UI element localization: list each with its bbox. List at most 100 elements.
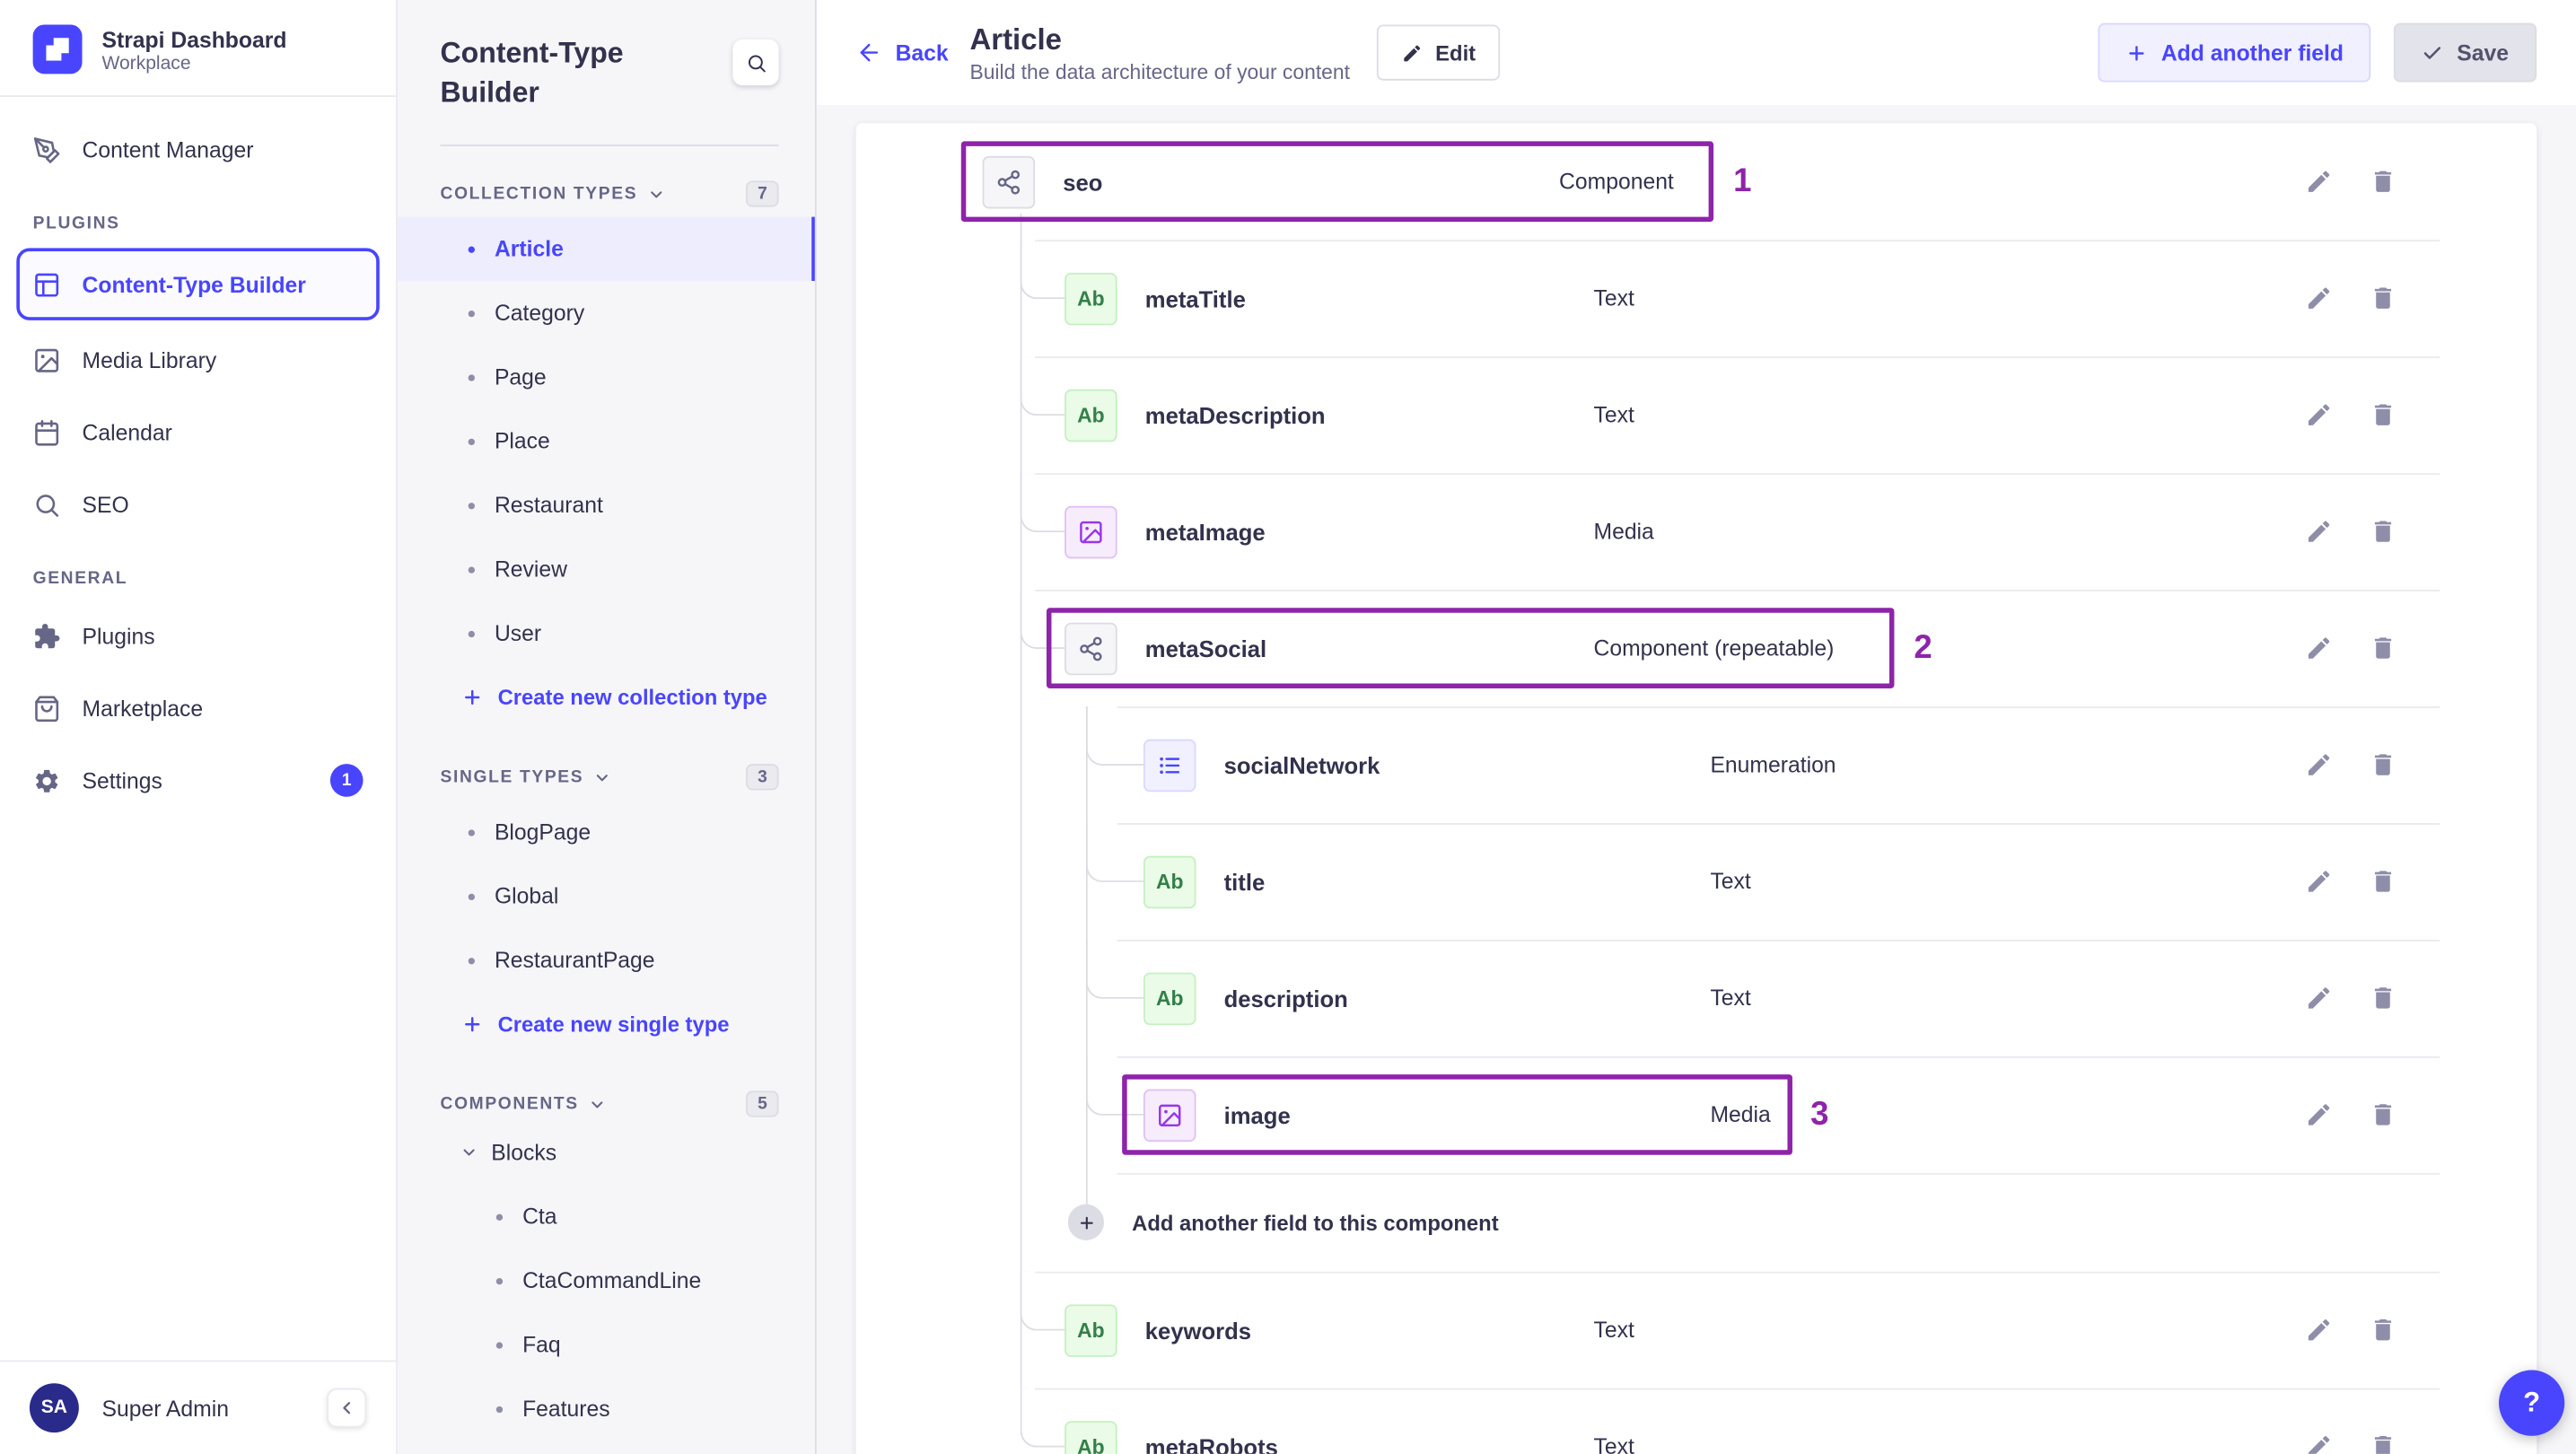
edit-button[interactable]: Edit [1376,24,1501,81]
pencil-icon [2304,167,2332,195]
edit-field-button[interactable] [2303,750,2333,780]
back-link[interactable]: Back [856,39,949,66]
sidebar-item-label: Content Manager [82,136,254,162]
media-field-icon [1143,1088,1196,1142]
edit-field-button[interactable] [2303,1315,2333,1345]
avatar[interactable]: SA [29,1383,79,1433]
sidebar-item-blogpage[interactable]: BlogPage [398,800,815,863]
collection-type-label: Review [494,556,567,582]
content-type-builder-subnav: Content-Type Builder COLLECTION TYPES 7 … [397,0,817,1454]
component-item-ctacommandline[interactable]: CtaCommandLine [398,1248,815,1312]
sidebar-item-settings[interactable]: Settings 1 [16,748,380,813]
brand[interactable]: Strapi Dashboard Workplace [0,0,397,97]
row-actions [2303,706,2396,823]
pencil-icon [2304,867,2332,895]
edit-field-button[interactable] [2303,1099,2333,1129]
edit-field-button[interactable] [2303,284,2333,313]
tree-elbow [1020,356,1065,416]
collapse-sidebar-button[interactable] [327,1388,367,1428]
collection-type-label: Article [494,236,564,262]
sidebar-item-article[interactable]: Article [397,216,815,281]
component-item-features[interactable]: Features [398,1377,815,1441]
sidebar-item-review[interactable]: Review [398,538,815,601]
trash-icon [2369,167,2396,195]
sidebar-item-category[interactable]: Category [398,281,815,345]
add-field-to-component-label[interactable]: Add another field to this component [1132,1210,1498,1234]
annotation-number-3: 3 [1810,1095,1829,1133]
delete-field-button[interactable] [2368,983,2397,1012]
delete-field-button[interactable] [2368,750,2397,780]
back-label: Back [895,39,949,66]
pencil-icon [2304,1099,2332,1127]
plugins-section-heading: PLUGINS [32,213,120,233]
component-item-label: Faq [522,1332,561,1357]
collection-types-header[interactable]: COLLECTION TYPES 7 [441,180,779,207]
trash-icon [2369,1432,2396,1454]
tree-elbow [1020,590,1065,650]
collection-type-label: Restaurant [494,493,603,518]
header-actions: Add another field Save [2098,22,2537,83]
sidebar-item-place[interactable]: Place [398,409,815,473]
delete-field-button[interactable] [2368,867,2397,897]
delete-field-button[interactable] [2368,634,2397,663]
add-field-to-component-button[interactable] [1067,1204,1105,1240]
edit-field-button[interactable] [2303,983,2333,1012]
edit-field-button[interactable] [2303,867,2333,897]
collection-types-count: 7 [746,180,779,207]
trash-icon [2369,983,2396,1011]
edit-field-button[interactable] [2303,400,2333,430]
single-types-label: SINGLE TYPES [440,766,584,787]
sidebar-item-media-library[interactable]: Media Library [16,327,380,392]
create-single-type-link[interactable]: Create new single type [441,993,779,1056]
single-types-list: BlogPage Global RestaurantPage [441,800,779,992]
delete-field-button[interactable] [2368,517,2397,547]
field-type: Text [1593,402,1634,427]
sidebar-item-user[interactable]: User [398,601,815,665]
component-group-blocks[interactable]: Blocks [441,1120,779,1184]
help-button[interactable]: ? [2499,1370,2565,1436]
fields-card: seo Component 1 Ab metaTitle Text Ab met… [855,123,2537,1454]
edit-field-button[interactable] [2303,1432,2333,1454]
sidebar-item-page[interactable]: Page [398,345,815,408]
single-type-label: BlogPage [494,819,591,845]
pencil-icon [2304,634,2332,661]
delete-field-button[interactable] [2368,1432,2397,1454]
bullet-icon [468,828,475,836]
component-item-cta[interactable]: Cta [398,1185,815,1248]
sidebar-item-calendar[interactable]: Calendar [16,399,380,465]
sidebar-item-restaurant[interactable]: Restaurant [398,473,815,537]
delete-field-button[interactable] [2368,167,2397,197]
create-collection-type-link[interactable]: Create new collection type [441,665,779,729]
sidebar-item-restaurantpage[interactable]: RestaurantPage [398,928,815,992]
field-row-image: image Media 3 [856,1055,2537,1173]
field-type: Text [1593,285,1634,311]
single-types-count: 3 [746,764,779,791]
single-types-header[interactable]: SINGLE TYPES 3 [440,764,779,791]
add-another-field-button[interactable]: Add another field [2098,22,2372,83]
edit-field-button[interactable] [2303,517,2333,547]
save-button[interactable]: Save [2394,22,2537,83]
field-type: Text [1710,869,1751,894]
sidebar-item-global[interactable]: Global [398,864,815,928]
component-item-faq[interactable]: Faq [398,1312,815,1376]
edit-field-button[interactable] [2303,634,2333,663]
sidebar-item-content-manager[interactable]: Content Manager [16,117,380,182]
row-actions [2303,1056,2396,1173]
edit-field-button[interactable] [2303,167,2333,197]
delete-field-button[interactable] [2368,1315,2397,1345]
field-name: metaDescription [1144,401,1326,428]
sidebar-item-content-type-builder[interactable]: Content-Type Builder [16,248,380,320]
sidebar-item-seo[interactable]: SEO [16,471,380,537]
search-button[interactable] [732,39,779,86]
field-name: description [1223,985,1348,1012]
delete-field-button[interactable] [2368,400,2397,430]
sidebar-item-label: Content-Type Builder [82,271,306,297]
layout-grid-icon [33,270,61,298]
sidebar-item-plugins[interactable]: Plugins [16,603,380,669]
delete-field-button[interactable] [2368,1099,2397,1129]
sidebar-item-marketplace[interactable]: Marketplace [16,675,380,740]
pencil-icon [2304,284,2332,311]
tree-elbow [1020,1271,1065,1331]
delete-field-button[interactable] [2368,284,2397,313]
components-header[interactable]: COMPONENTS 5 [441,1090,779,1117]
